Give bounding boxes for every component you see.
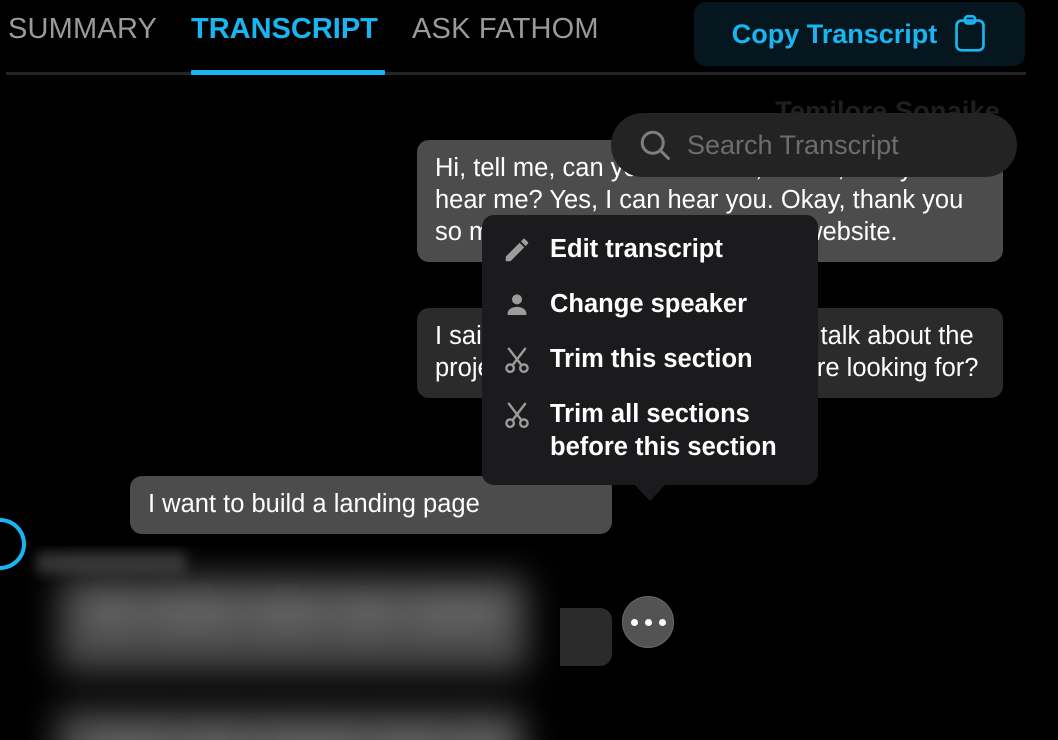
context-menu-arrow (634, 484, 666, 501)
blurred-region (26, 546, 560, 740)
tab-ask-fathom[interactable]: ASK FATHOM (412, 13, 599, 46)
scissors-icon (502, 345, 532, 375)
copy-transcript-label: Copy Transcript (731, 18, 938, 49)
menu-item-label: Edit transcript (550, 235, 723, 263)
ellipsis-icon (630, 618, 638, 626)
menu-item-trim-this-section[interactable]: Trim this section (482, 343, 818, 376)
clipboard-icon (953, 14, 987, 54)
scissors-icon (502, 400, 532, 430)
menu-item-change-speaker[interactable]: Change speaker (482, 288, 818, 321)
person-icon (502, 290, 532, 320)
menu-item-label: Trim all sections before this section (550, 400, 777, 461)
menu-item-edit-transcript[interactable]: Edit transcript (482, 233, 818, 266)
context-menu: Edit transcript Change speaker Trim this… (482, 215, 818, 485)
search-input[interactable] (687, 129, 1041, 161)
ellipsis-icon (658, 618, 666, 626)
copy-transcript-button[interactable]: Copy Transcript (694, 2, 1025, 66)
tab-active-indicator (191, 70, 385, 75)
pencil-icon (502, 235, 532, 265)
search-bar[interactable] (611, 113, 1041, 177)
avatar (0, 518, 26, 570)
tab-divider (6, 72, 1026, 75)
menu-item-label: Trim this section (550, 345, 753, 373)
more-options-button[interactable] (622, 596, 674, 648)
tab-bar: SUMMARY TRANSCRIPT ASK FATHOM Copy Trans… (0, 0, 1058, 76)
tab-transcript[interactable]: TRANSCRIPT (191, 13, 378, 46)
blurred-content (26, 546, 560, 740)
transcript-screen: Temilore Sonaike Hi, tell me, can you he… (0, 0, 1058, 740)
menu-item-trim-all-sections-before[interactable]: Trim all sections before this section (482, 398, 818, 464)
menu-item-label: Change speaker (550, 290, 748, 318)
ellipsis-icon (644, 618, 652, 626)
tab-summary[interactable]: SUMMARY (8, 13, 157, 46)
search-icon (637, 127, 673, 163)
